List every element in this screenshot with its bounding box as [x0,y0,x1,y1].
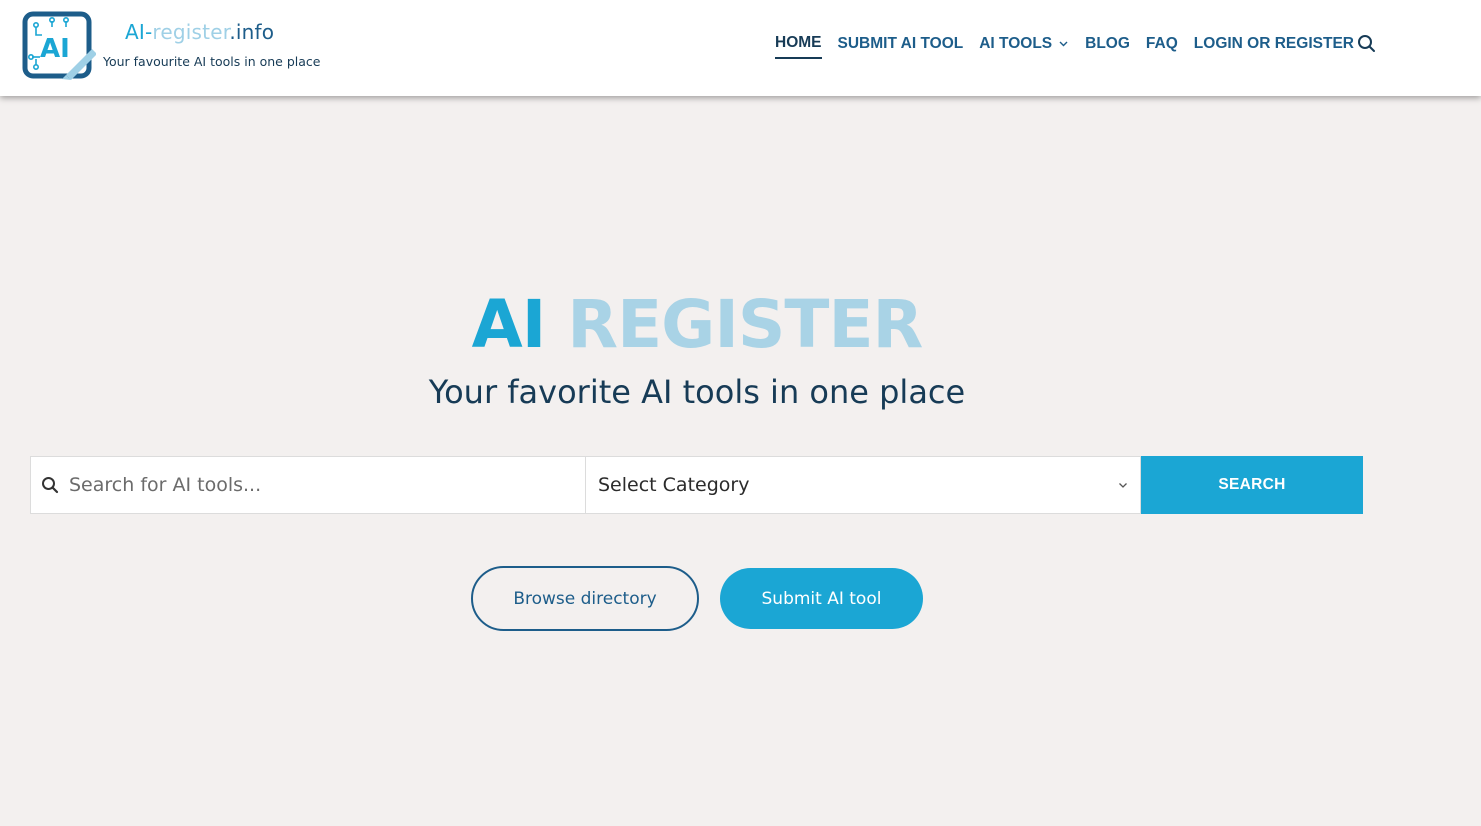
hero-title-part2: REGISTER [567,286,923,363]
hero-title-part1: AI [471,286,547,363]
site-name[interactable]: AI-register.info [125,20,274,44]
search-icon [42,477,59,494]
nav-ai-tools[interactable]: AI TOOLS [979,33,1069,55]
site-name-part2: register [152,20,230,44]
search-icon[interactable] [1357,34,1376,53]
site-name-part3: .info [229,20,275,44]
site-header: AI AI-register.info Your favourite AI to… [0,0,1481,96]
nav-ai-tools-label: AI TOOLS [979,35,1053,52]
site-logo[interactable]: AI [22,11,97,81]
hero-title: AI REGISTER [0,286,1394,363]
search-input[interactable] [69,474,549,496]
search-field[interactable] [30,456,586,514]
chevron-down-icon [1119,482,1127,488]
logo-icon: AI [22,11,97,80]
search-button[interactable]: SEARCH [1141,456,1363,514]
search-form: Select Category SEARCH [30,456,1363,514]
category-select[interactable]: Select Category [586,456,1141,514]
category-select-value: Select Category [598,474,750,496]
nav-home[interactable]: HOME [775,33,822,59]
site-tagline: Your favourite AI tools in one place [103,54,321,69]
submit-ai-tool-button[interactable]: Submit AI tool [720,568,923,629]
nav-submit-ai-tool[interactable]: SUBMIT AI TOOL [838,33,964,55]
nav-blog[interactable]: BLOG [1085,33,1130,55]
site-name-part1: AI- [125,20,153,44]
nav-login-register[interactable]: LOGIN OR REGISTER [1194,33,1354,55]
svg-text:AI: AI [40,34,70,64]
chevron-down-icon [1059,41,1068,47]
nav-faq[interactable]: FAQ [1146,33,1178,55]
main-nav: HOME SUBMIT AI TOOL AI TOOLS BLOG FAQ LO… [775,33,1370,59]
browse-directory-button[interactable]: Browse directory [471,566,699,631]
hero-subtitle: Your favorite AI tools in one place [428,373,966,411]
